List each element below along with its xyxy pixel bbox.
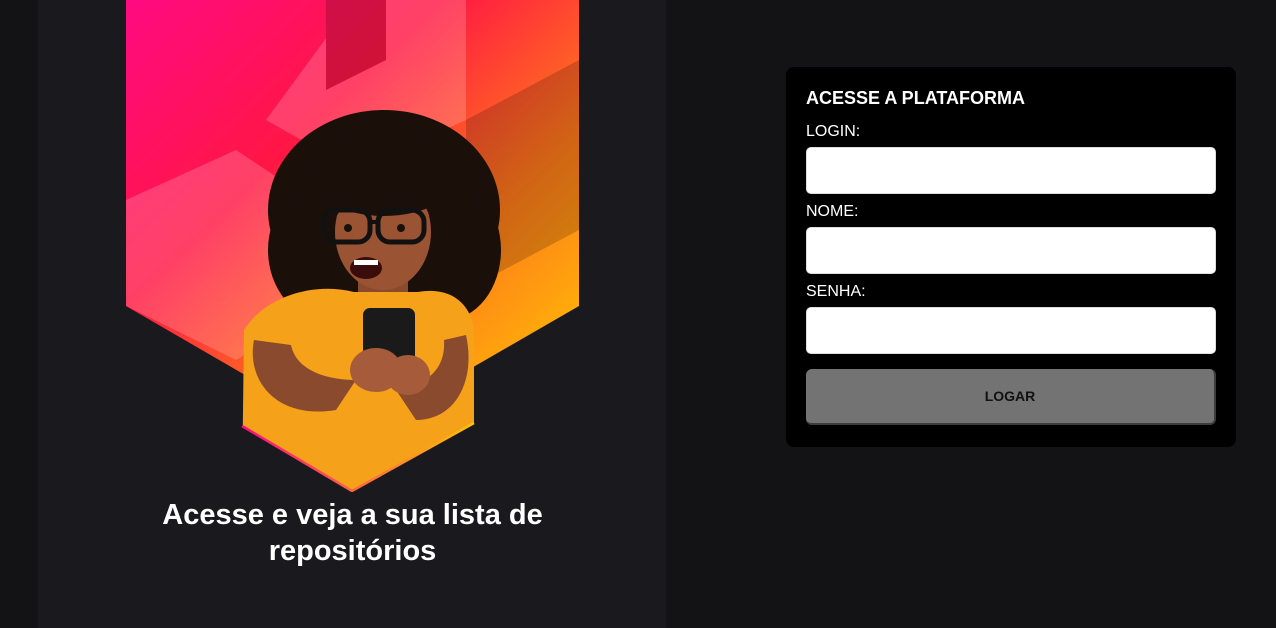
hero-panel: Acesse e veja a sua lista de repositório… (38, 0, 666, 628)
hero-tagline: Acesse e veja a sua lista de repositório… (162, 499, 543, 567)
password-input[interactable] (806, 307, 1216, 354)
login-button[interactable]: LOGAR (806, 369, 1216, 425)
login-input[interactable] (806, 147, 1216, 194)
name-input[interactable] (806, 227, 1216, 274)
login-card: ACESSE A PLATAFORMA LOGIN: NOME: SENHA: … (786, 67, 1236, 447)
password-label: SENHA: (806, 283, 866, 300)
name-label: NOME: (806, 203, 859, 220)
login-page: Acesse e veja a sua lista de repositório… (0, 0, 1276, 628)
login-title: ACESSE A PLATAFORMA (806, 88, 1025, 108)
hero-illustration (126, 0, 579, 492)
person-figure (242, 110, 501, 491)
hero-image (126, 0, 579, 492)
login-label: LOGIN: (806, 123, 861, 140)
